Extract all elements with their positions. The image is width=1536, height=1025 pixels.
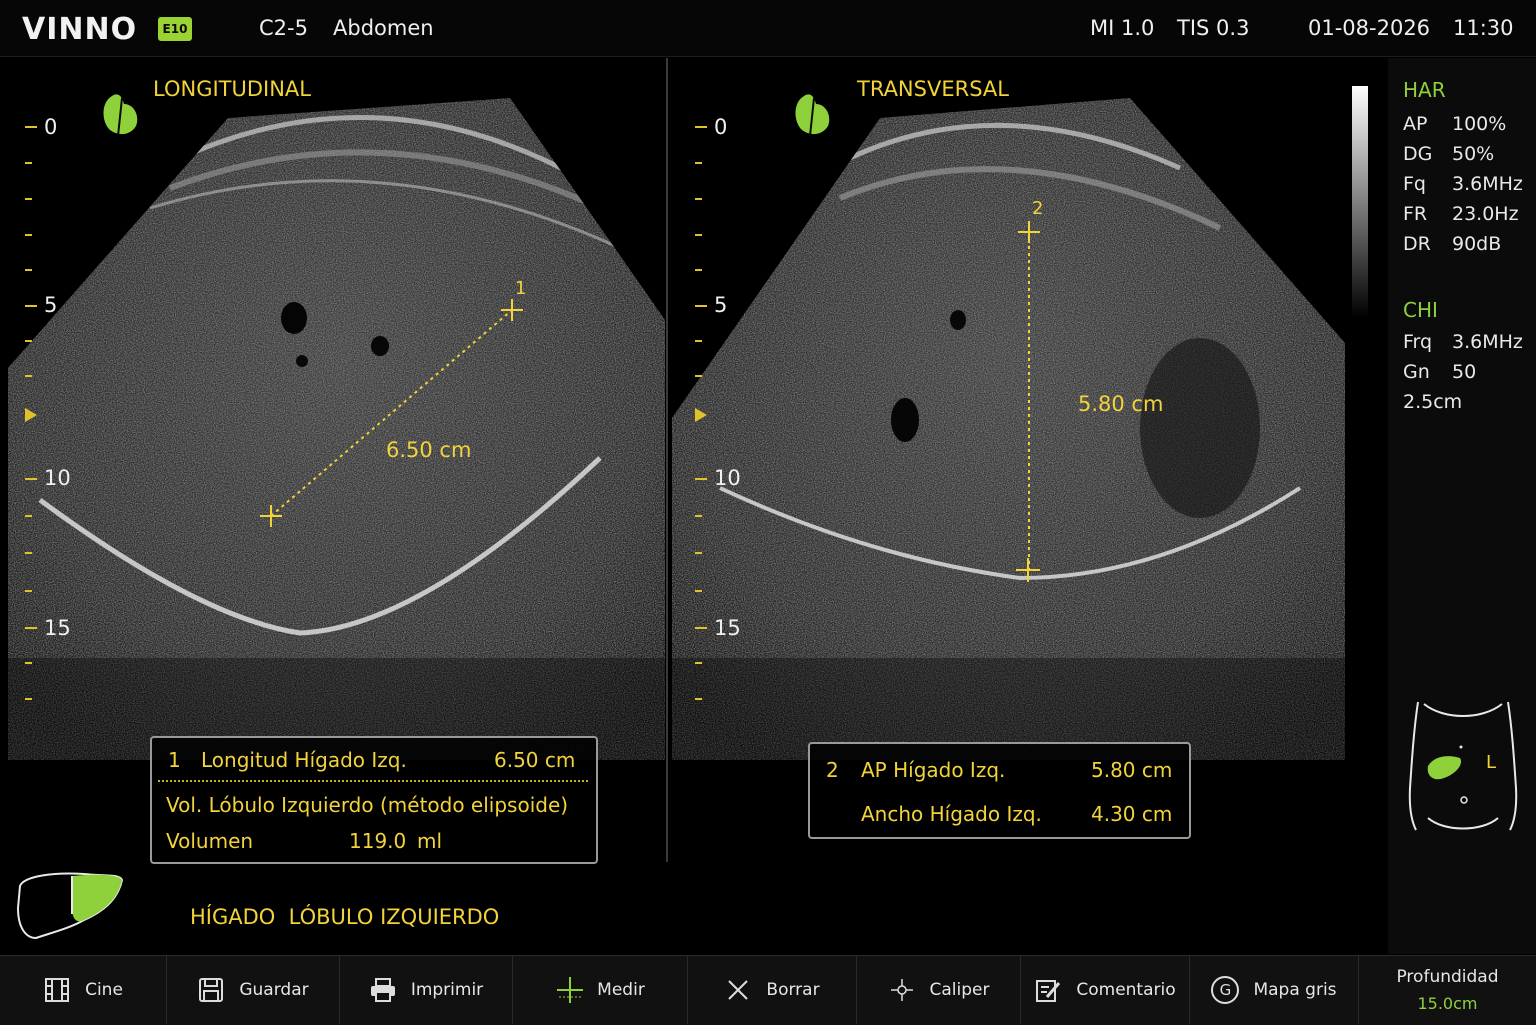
har-val-ap: 100% [1452,113,1507,135]
chi-key-frq: Frq [1403,331,1433,353]
mi-value: MI 1.0 [1090,16,1155,40]
left-view-title: LONGITUDINAL [153,77,311,101]
caliper-label: Caliper [929,979,990,1000]
save-label: Guardar [239,979,309,1000]
har-val-fq: 3.6MHz [1452,173,1523,195]
measure-name-3: Ancho Hígado Izq. [861,802,1042,826]
graymap-letter: G [1219,980,1232,999]
view-divider [666,58,668,862]
volume-label: Volumen [166,829,254,853]
print-button[interactable]: Imprimir [340,955,513,1024]
save-button[interactable]: Guardar [167,955,340,1024]
erase-label: Borrar [766,979,820,1000]
left-depth-label-15: 15 [44,616,71,640]
tis-value: TIS 0.3 [1177,16,1250,40]
date-display: 01-08-2026 [1308,16,1431,40]
measure-name-2: AP Hígado Izq. [861,758,1006,782]
torso-side-label: L [1486,752,1497,773]
chi-extra: 2.5cm [1403,391,1463,413]
distance-label-1: 6.50 cm [386,438,472,462]
brand-logo: VINNO [22,12,138,47]
volume-value: 119.0 [349,829,407,853]
measurement-result-box-1[interactable]: 1 Longitud Hígado Izq. 6.50 cm Vol. Lóbu… [150,736,598,864]
caliper-number-1: 1 [515,278,527,299]
chi-title: CHI [1403,298,1438,322]
har-key-dg: DG [1403,143,1433,165]
film-icon [43,976,71,1004]
depth-label: Profundidad [1396,967,1499,987]
distance-label-2: 5.80 cm [1078,392,1164,416]
grayscale-bar [1352,86,1368,318]
print-label: Imprimir [410,979,484,1000]
torso-bodymark-icon[interactable] [1404,698,1522,834]
comment-button[interactable]: Comentario [1021,955,1190,1024]
depth-control[interactable]: Profundidad 15.0cm [1359,955,1536,1024]
measure-label: Medir [597,979,645,1000]
measure-index-2: 2 [826,758,839,782]
right-organ-icon [795,94,830,137]
volume-unit: ml [417,829,443,853]
bodymark-label: HÍGADO LÓBULO IZQUIERDO [190,905,500,929]
graymap-g-icon: G [1211,975,1240,1004]
measure-name-1: Longitud Hígado Izq. [201,748,407,772]
right-depth-label-0: 0 [714,115,728,139]
printer-icon [369,976,397,1004]
har-key-ap: AP [1403,113,1428,135]
measure-value-3: 4.30 cm [1091,802,1173,826]
right-sector-image [672,98,1345,760]
har-val-fr: 23.0Hz [1452,203,1519,225]
depth-value: 15.0cm [1417,994,1478,1013]
right-depth-label-15: 15 [714,616,741,640]
measure-button[interactable]: Medir [513,955,688,1024]
caliper-number-2: 2 [1032,198,1044,219]
comment-label: Comentario [1076,979,1176,1000]
liver-bodymark-icon[interactable] [14,868,126,940]
measurement-result-box-2[interactable]: 2 AP Hígado Izq. 5.80 cm Ancho Hígado Iz… [808,742,1191,839]
top-status-bar [0,0,1536,57]
probe-name[interactable]: C2-5 [259,16,308,40]
har-key-fq: Fq [1403,173,1426,195]
chi-val-frq: 3.6MHz [1452,331,1523,353]
preset-name[interactable]: Abdomen [333,16,434,40]
caliper-button[interactable]: Caliper [857,955,1021,1024]
close-icon [724,976,752,1004]
left-sector-image [8,98,665,760]
edit-note-icon [1034,976,1062,1004]
caliper-icon [888,976,916,1004]
left-depth-label-10: 10 [44,466,71,490]
har-key-dr: DR [1403,233,1431,255]
volume-method: Vol. Lóbulo Izquierdo (método elipsoide) [166,793,569,817]
time-display: 11:30 [1453,16,1514,40]
left-organ-icon [103,94,138,137]
har-title: HAR [1403,78,1446,102]
left-depth-label-0: 0 [44,115,58,139]
chi-key-gn: Gn [1403,361,1430,383]
right-view-title: TRANSVERSAL [857,77,1009,101]
save-icon [197,976,225,1004]
right-depth-label-5: 5 [714,293,728,317]
measure-separator [158,780,588,782]
right-depth-label-10: 10 [714,466,741,490]
har-key-fr: FR [1403,203,1428,225]
measure-value-2: 5.80 cm [1091,758,1173,782]
cine-label: Cine [85,979,123,1000]
brand-model-badge: E10 [158,17,192,41]
graymap-label: Mapa gris [1253,979,1337,1000]
measure-value-1: 6.50 cm [494,748,576,772]
erase-button[interactable]: Borrar [688,955,857,1024]
har-val-dr: 90dB [1452,233,1502,255]
graymap-button[interactable]: G Mapa gris [1190,955,1359,1024]
har-val-dg: 50% [1452,143,1495,165]
cine-button[interactable]: Cine [0,955,167,1024]
chi-val-gn: 50 [1452,361,1477,383]
crosshair-plus-icon [555,976,584,1004]
left-depth-label-5: 5 [44,293,58,317]
measure-index-1: 1 [168,748,181,772]
